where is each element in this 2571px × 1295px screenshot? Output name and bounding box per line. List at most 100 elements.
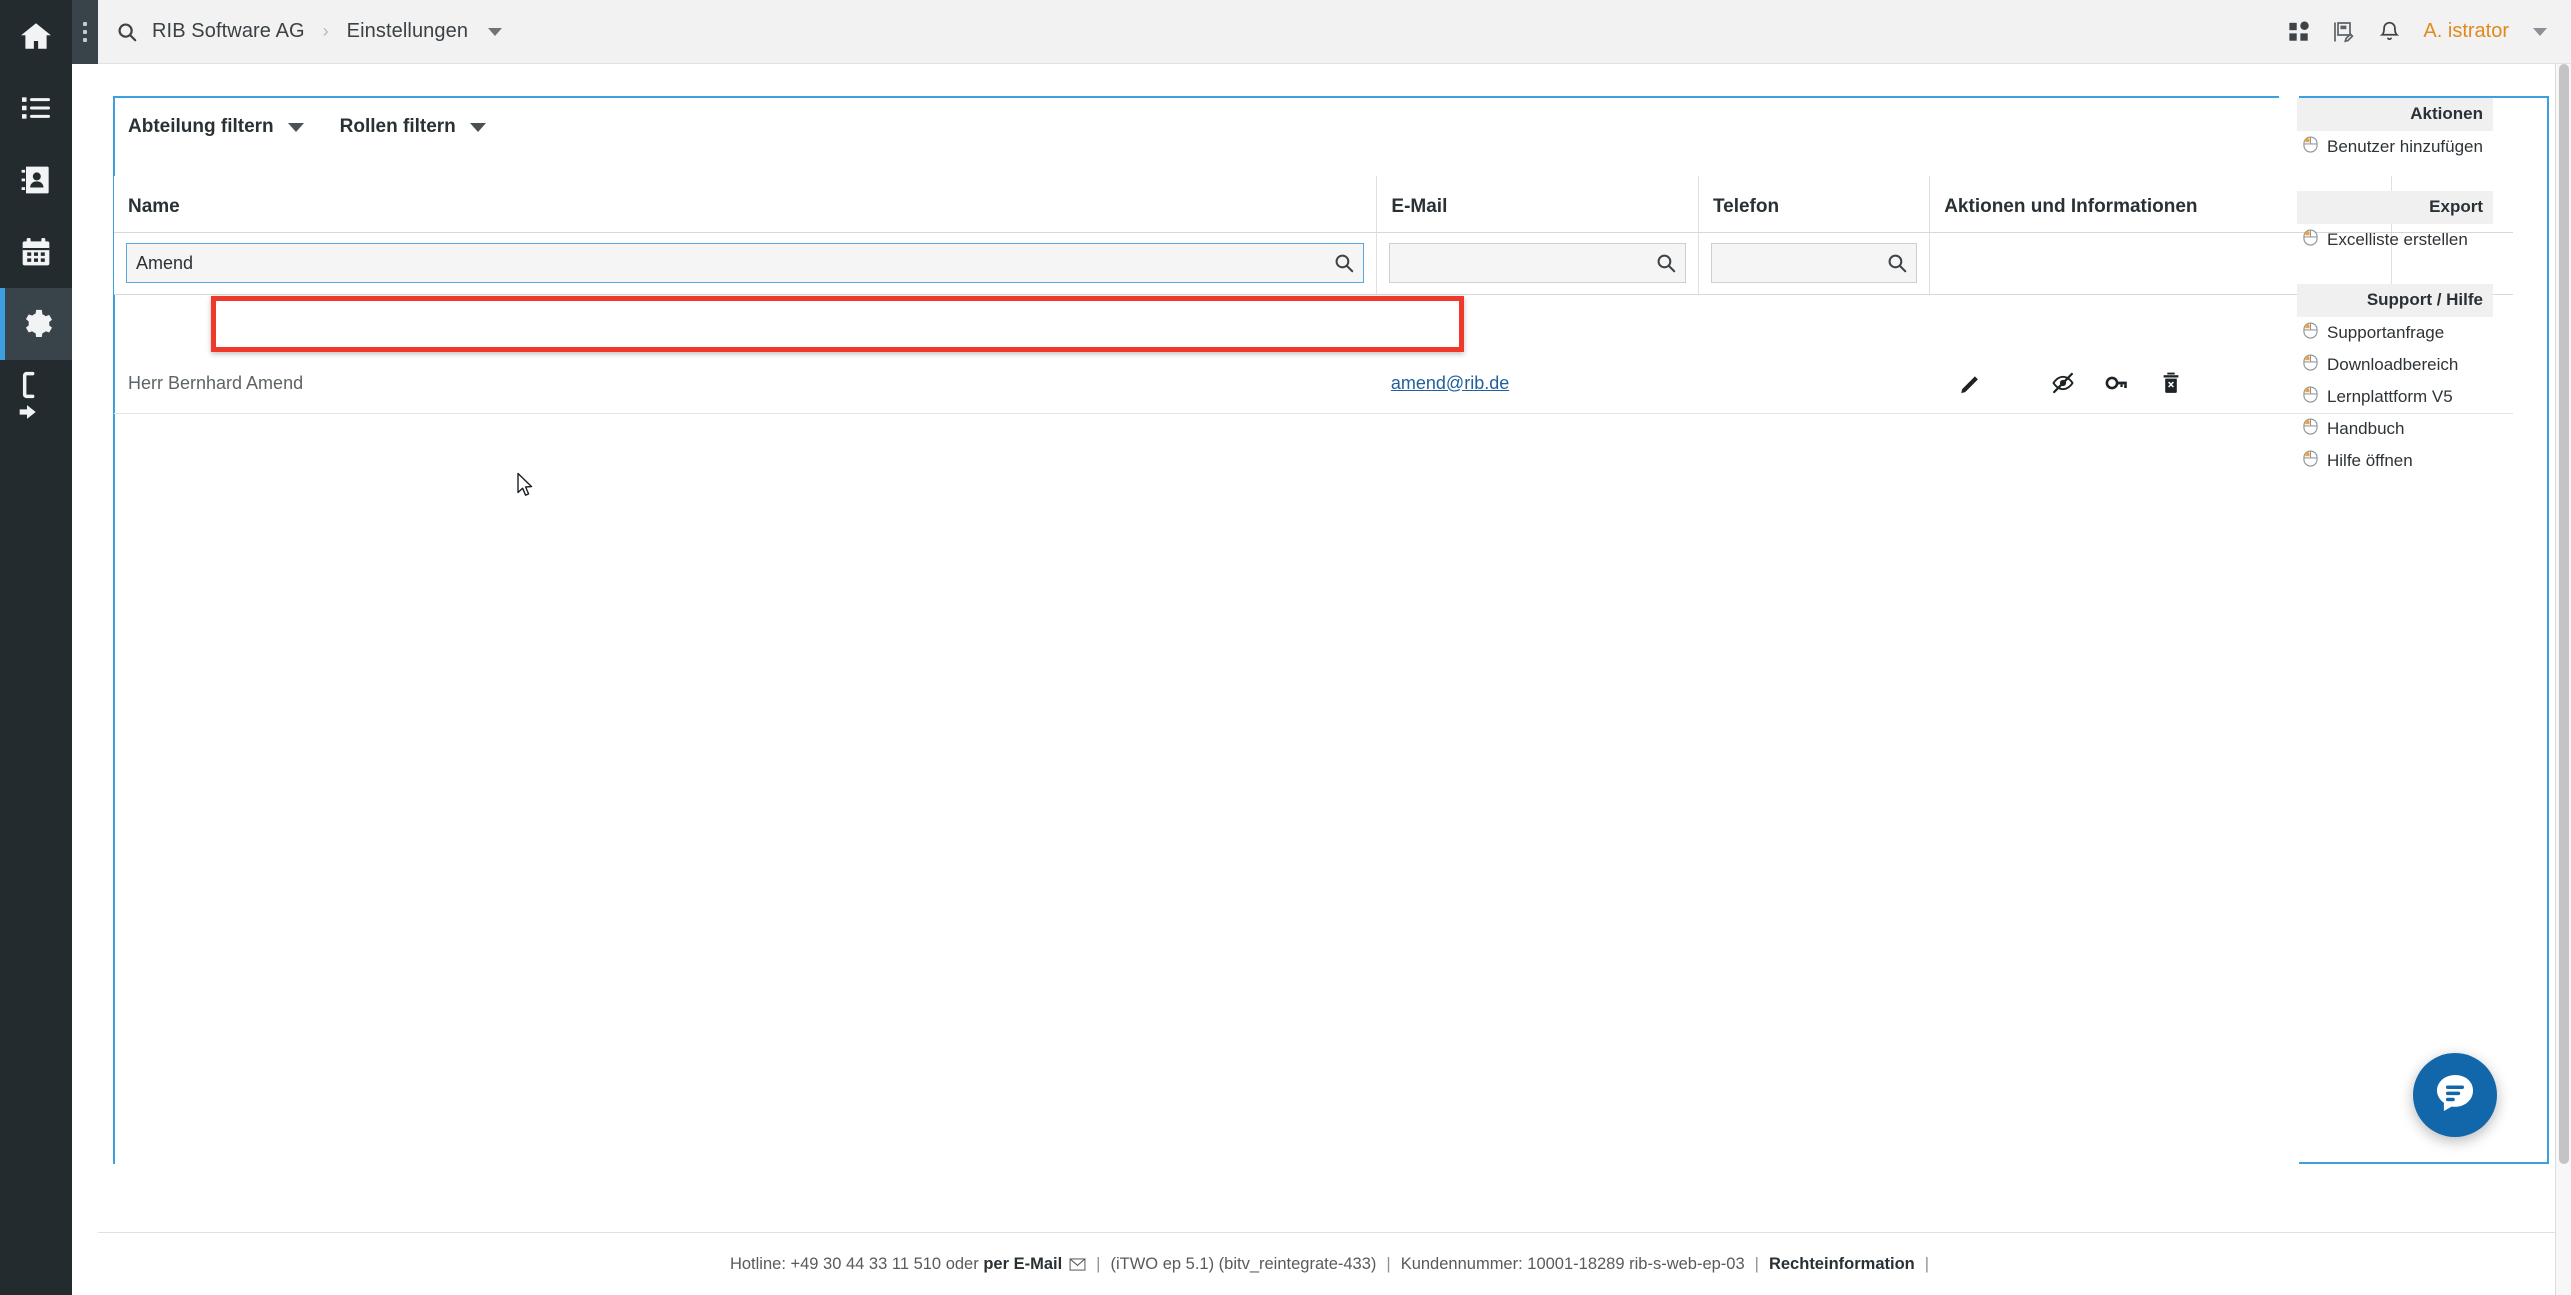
note-edit-icon[interactable] <box>2332 20 2356 44</box>
filter-bar: Abteilung filtern Rollen filtern <box>128 116 486 138</box>
users-table-body: Herr Bernhard Amend amend@rib.de <box>114 355 2513 414</box>
footer-text: Hotline: +49 30 44 33 11 510 oder per E-… <box>730 1255 1939 1274</box>
panel-group-title: Aktionen <box>2297 98 2493 131</box>
cell-telefon <box>1698 355 1930 414</box>
breadcrumb-root[interactable]: RIB Software AG <box>152 20 305 43</box>
email-link[interactable]: amend@rib.de <box>1391 373 1509 393</box>
action-label: Lernplattform V5 <box>2327 387 2453 406</box>
filter-cell-name <box>114 232 1378 295</box>
column-header-telefon[interactable]: Telefon <box>1698 176 1931 233</box>
name-search-input[interactable] <box>127 244 1364 282</box>
name-search-box[interactable] <box>126 243 1365 283</box>
right-action-panel-inner: Aktionen Benutzer hinzufügen Export Exce… <box>2297 98 2493 505</box>
telefon-search-box[interactable] <box>1710 243 1918 283</box>
gear-icon <box>19 307 53 341</box>
rail-more-options[interactable] <box>72 0 98 64</box>
action-lernplattform-v5[interactable]: Lernplattform V5 <box>2297 381 2493 413</box>
search-icon[interactable] <box>1886 252 1908 274</box>
header-actions: A. istrator <box>2288 20 2547 44</box>
mouse-click-icon <box>2303 322 2318 344</box>
action-benutzer-hinzufuegen[interactable]: Benutzer hinzufügen <box>2297 131 2493 163</box>
filter-cell-telefon <box>1698 232 1931 295</box>
table-header-row: Name E-Mail Telefon Aktionen und Informa… <box>114 176 2513 233</box>
sidebar-item-logout[interactable] <box>0 360 72 432</box>
right-action-panel: Aktionen Benutzer hinzufügen Export Exce… <box>2297 96 2549 1164</box>
main-content: Abteilung filtern Rollen filtern Name E-… <box>98 64 2571 1232</box>
email-search-input[interactable] <box>1390 244 1685 282</box>
table-row[interactable]: Herr Bernhard Amend amend@rib.de <box>114 355 2513 414</box>
panel-group-title: Export <box>2297 191 2493 224</box>
footer-mail-link[interactable]: per E-Mail <box>983 1255 1062 1274</box>
home-icon <box>19 19 53 53</box>
mouse-click-icon <box>2303 136 2318 158</box>
address-book-icon <box>20 164 52 196</box>
left-nav-rail <box>0 0 72 1295</box>
footer-customer-number: Kundennummer: 10001-18289 rib-s-web-ep-0… <box>1400 1254 1745 1273</box>
search-icon[interactable] <box>1333 252 1355 274</box>
action-supportanfrage[interactable]: Supportanfrage <box>2297 317 2493 349</box>
action-hilfe-oeffnen[interactable]: Hilfe öffnen <box>2297 445 2493 477</box>
chat-support-button[interactable] <box>2413 1053 2497 1137</box>
filter-abteilung-label: Abteilung filtern <box>128 116 274 137</box>
cell-email: amend@rib.de <box>1376 355 1699 414</box>
bell-icon[interactable] <box>2378 20 2401 43</box>
action-label: Supportanfrage <box>2327 323 2445 342</box>
mouse-click-icon <box>2303 386 2318 408</box>
action-label: Handbuch <box>2327 419 2405 438</box>
sidebar-item-settings[interactable] <box>0 288 72 360</box>
action-downloadbereich[interactable]: Downloadbereich <box>2297 349 2493 381</box>
app-root: RIB Software AG › Einstellungen A. istra… <box>0 0 2571 1295</box>
reset-password-button[interactable] <box>2090 371 2144 395</box>
panel-group-export: Export Excelliste erstellen <box>2297 191 2493 256</box>
filter-cell-email <box>1376 232 1699 295</box>
column-header-name[interactable]: Name <box>114 176 1378 233</box>
chevron-down-icon <box>469 122 486 132</box>
window-scrollbar[interactable] <box>2555 64 2571 1295</box>
filter-rollen[interactable]: Rollen filtern <box>340 116 486 138</box>
panel-group-aktionen: Aktionen Benutzer hinzufügen <box>2297 98 2493 163</box>
mouse-click-icon <box>2303 229 2318 251</box>
action-label: Hilfe öffnen <box>2327 451 2413 470</box>
sidebar-item-calendar[interactable] <box>0 216 72 288</box>
filter-rollen-label: Rollen filtern <box>339 116 456 137</box>
calendar-icon <box>20 236 52 268</box>
breadcrumb-current[interactable]: Einstellungen <box>347 20 468 43</box>
cell-name: Herr Bernhard Amend <box>114 355 1377 414</box>
envelope-icon[interactable] <box>1069 1257 1086 1271</box>
email-search-box[interactable] <box>1389 243 1686 283</box>
footer-hotline: Hotline: +49 30 44 33 11 510 oder <box>729 1254 979 1273</box>
more-options-icon <box>83 22 87 26</box>
search-icon[interactable] <box>116 21 138 43</box>
sidebar-item-tasks[interactable] <box>0 72 72 144</box>
action-label: Benutzer hinzufügen <box>2327 137 2483 156</box>
mouse-click-icon <box>2303 450 2318 472</box>
apps-grid-icon[interactable] <box>2288 21 2310 43</box>
footer-version: (iTWO ep 5.1) (bitv_reintegrate-433) <box>1110 1254 1377 1273</box>
users-table-header: Name E-Mail Telefon Aktionen und Informa… <box>114 176 2513 295</box>
action-label: Downloadbereich <box>2327 355 2459 374</box>
footer-legal-link[interactable]: Rechteinformation <box>1769 1255 1915 1274</box>
breadcrumb-separator: › <box>322 21 329 41</box>
filter-abteilung[interactable]: Abteilung filtern <box>128 116 304 138</box>
chevron-down-icon[interactable] <box>488 27 503 36</box>
hide-user-button[interactable] <box>2036 371 2090 395</box>
chevron-down-icon <box>287 122 304 132</box>
footer-separator: | <box>1924 1254 1930 1273</box>
panel-group-support: Support / Hilfe Supportanfrage Downloadb… <box>2297 284 2493 477</box>
action-excelliste-erstellen[interactable]: Excelliste erstellen <box>2297 224 2493 256</box>
action-handbuch[interactable]: Handbuch <box>2297 413 2493 445</box>
user-menu[interactable]: A. istrator <box>2423 20 2509 43</box>
breadcrumb: RIB Software AG › Einstellungen <box>116 20 2288 43</box>
footer-separator: | <box>1754 1254 1759 1273</box>
sidebar-item-contacts[interactable] <box>0 144 72 216</box>
mouse-click-icon <box>2303 354 2318 376</box>
footer-bar: Hotline: +49 30 44 33 11 510 oder per E-… <box>98 1232 2571 1295</box>
edit-user-button[interactable] <box>1944 371 1998 395</box>
sidebar-item-home[interactable] <box>0 0 72 72</box>
chat-bubble-icon <box>2432 1070 2478 1121</box>
chevron-down-icon[interactable] <box>2533 27 2547 36</box>
scrollbar-thumb[interactable] <box>2559 64 2569 1164</box>
search-icon[interactable] <box>1655 252 1677 274</box>
column-header-email[interactable]: E-Mail <box>1376 176 1699 233</box>
delete-user-button[interactable] <box>2144 371 2198 395</box>
